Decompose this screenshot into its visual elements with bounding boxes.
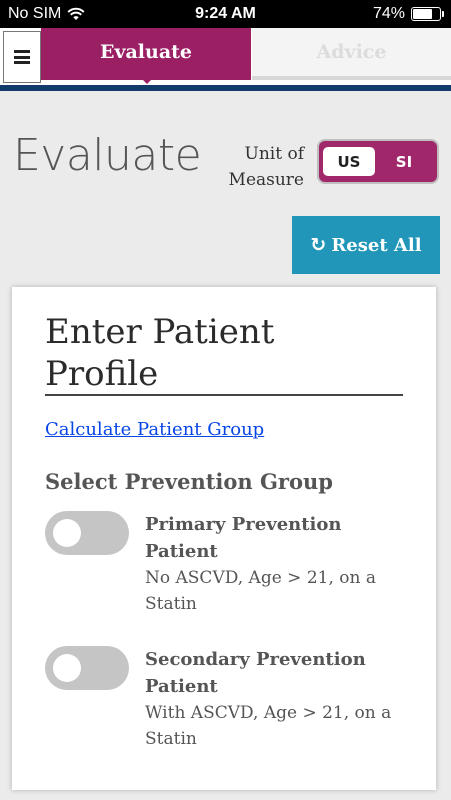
option-description: With ASCVD, Age > 21, on a Statin — [145, 700, 415, 752]
status-right: 74% — [372, 5, 444, 23]
unit-label-line1: Unit of — [244, 144, 304, 164]
unit-of-measure-label: Unit of Measure — [212, 141, 304, 193]
reset-all-button[interactable]: ↻ Reset All — [292, 216, 440, 274]
option-desc-line1: With ASCVD, Age > 21, on a — [145, 703, 392, 723]
primary-prevention-switch[interactable] — [45, 511, 129, 555]
option-title-line2: Patient — [145, 541, 218, 562]
tab-evaluate[interactable]: Evaluate — [41, 28, 251, 76]
option-title: Primary Prevention Patient — [145, 511, 415, 565]
option-title-line1: Primary Prevention — [145, 514, 342, 535]
calculate-patient-group-link[interactable]: Calculate Patient Group — [45, 419, 264, 440]
option-description: No ASCVD, Age > 21, on a Statin — [145, 565, 415, 617]
patient-profile-card: Enter Patient Profile Calculate Patient … — [12, 287, 436, 790]
status-bar: No SIM 9:24 AM 74% — [0, 0, 451, 28]
section-heading: Select Prevention Group — [45, 469, 333, 494]
reset-all-label: Reset All — [331, 234, 422, 256]
tab-advice[interactable]: Advice — [252, 28, 451, 76]
battery-percent: 74% — [372, 5, 405, 22]
tab-bar: Evaluate Advice — [0, 28, 451, 91]
option-desc-line2: Statin — [145, 594, 197, 614]
hamburger-icon — [14, 50, 30, 64]
unit-toggle[interactable]: US SI — [317, 139, 439, 184]
nav-divider — [0, 85, 451, 91]
card-title: Enter Patient Profile — [45, 311, 403, 395]
refresh-icon: ↻ — [310, 234, 327, 256]
menu-button[interactable] — [3, 31, 41, 83]
option-title: Secondary Prevention Patient — [145, 646, 415, 700]
inactive-tab-underline — [252, 76, 451, 80]
unit-option-si[interactable]: SI — [375, 153, 433, 171]
battery-fill — [413, 9, 432, 19]
card-title-line2: Profile — [45, 354, 159, 394]
switch-knob — [53, 519, 81, 547]
option-title-line1: Secondary Prevention — [145, 649, 366, 670]
unit-label-line2: Measure — [228, 170, 304, 190]
unit-option-us[interactable]: US — [323, 147, 375, 176]
option-desc-line1: No ASCVD, Age > 21, on a — [145, 568, 376, 588]
option-desc-line2: Statin — [145, 729, 197, 749]
switch-knob — [53, 654, 81, 682]
title-divider — [45, 394, 403, 396]
page-title: Evaluate — [13, 130, 202, 181]
option-title-line2: Patient — [145, 676, 218, 697]
active-tab-pointer — [138, 75, 156, 84]
battery-icon — [411, 7, 444, 21]
card-title-line1: Enter Patient — [45, 312, 275, 352]
secondary-prevention-switch[interactable] — [45, 646, 129, 690]
